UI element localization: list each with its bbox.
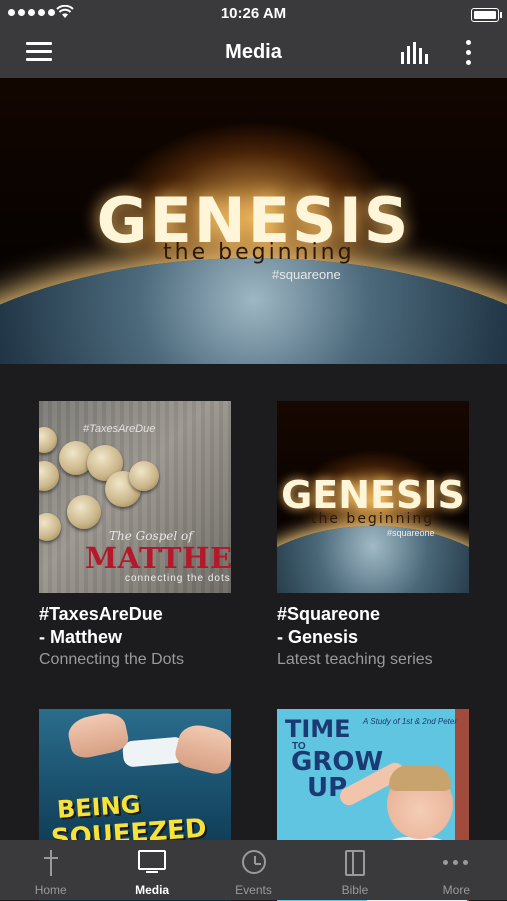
media-card-taxes[interactable]: #TaxesAreDue The Gospel of MATTHEW conne…	[39, 401, 239, 669]
more-options-icon[interactable]	[462, 40, 474, 66]
status-bar: 10:26 AM	[0, 0, 507, 28]
hero-tag: #squareone	[272, 267, 341, 282]
tab-media[interactable]: Media	[101, 840, 202, 900]
tab-events[interactable]: Events	[203, 840, 304, 900]
card-title: #TaxesAreDue	[39, 604, 163, 624]
tab-home[interactable]: Home	[0, 840, 101, 900]
art-tagline: connecting the dots	[125, 573, 231, 584]
nav-bar: Media	[0, 28, 507, 78]
battery-icon	[471, 8, 502, 22]
page-title: Media	[225, 41, 282, 63]
more-dots-icon	[443, 860, 469, 866]
hero-banner[interactable]: GENESIS the beginning #squareone	[0, 78, 507, 364]
tab-label: Bible	[341, 883, 369, 897]
tab-label: Events	[235, 883, 272, 897]
card-description: Connecting the Dots	[39, 651, 184, 668]
card-title-line2: - Genesis	[277, 627, 359, 647]
tab-more[interactable]: More	[406, 840, 507, 900]
tab-bar: Home Media Events Bible More	[0, 840, 507, 900]
tab-label: Media	[135, 883, 170, 897]
art-hashtag: #TaxesAreDue	[83, 423, 156, 435]
art-up: UP	[307, 773, 348, 803]
art-time: TIME	[285, 715, 351, 743]
art-subtitle: the beginning	[311, 511, 435, 527]
art-matthew: MATTHEW	[85, 541, 231, 575]
tab-label: More	[442, 883, 470, 897]
art-tag: #squareone	[387, 528, 435, 538]
tv-icon	[138, 850, 167, 873]
clock-icon	[241, 850, 266, 874]
card-thumbnail: #TaxesAreDue The Gospel of MATTHEW conne…	[39, 401, 231, 593]
tab-label: Home	[34, 883, 67, 897]
cross-icon	[41, 850, 61, 876]
status-time: 10:26 AM	[220, 5, 287, 22]
tab-bible[interactable]: Bible	[304, 840, 405, 900]
card-title: #Squareone	[277, 604, 381, 624]
book-icon	[344, 850, 365, 876]
audio-bars-icon[interactable]	[401, 42, 429, 64]
card-thumbnail: GENESIS the beginning #squareone	[277, 401, 469, 593]
card-title-line2: - Matthew	[39, 627, 122, 647]
hero-subtitle: the beginning	[163, 240, 355, 265]
card-description: Latest teaching series	[277, 651, 433, 668]
earth-image	[277, 526, 469, 593]
art-study: A Study of 1st & 2nd Peter	[363, 717, 457, 726]
earth-image	[0, 258, 507, 364]
media-card-squareone[interactable]: GENESIS the beginning #squareone #Square…	[277, 401, 477, 669]
